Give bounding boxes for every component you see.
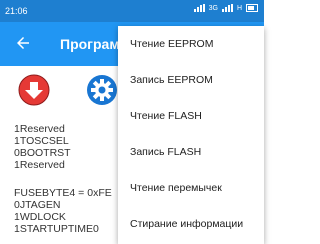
- menu-item-write-flash[interactable]: Запись FLASH: [118, 134, 264, 170]
- settings-gear-icon[interactable]: [86, 74, 118, 106]
- menu-item-write-eeprom[interactable]: Запись EEPROM: [118, 62, 264, 98]
- signal-icon: [193, 4, 205, 12]
- back-arrow-icon[interactable]: [14, 34, 32, 52]
- fuse-line: 1Reserved: [14, 159, 65, 171]
- status-icons: 3G H: [193, 4, 258, 12]
- status-bar: 21:06 3G H: [0, 0, 264, 22]
- fuse-line: 1Reserved: [14, 123, 65, 135]
- network-type-label: 3G: [208, 4, 218, 12]
- secondary-network-label: H: [236, 4, 242, 12]
- menu-item-read-fuses[interactable]: Чтение перемычек: [118, 170, 264, 206]
- signal-icon-secondary: [221, 4, 233, 12]
- status-time: 21:06: [5, 6, 28, 16]
- overflow-menu: Чтение EEPROM Запись EEPROM Чтение FLASH…: [118, 26, 264, 244]
- fuse-line: 1TOSCSEL: [14, 135, 69, 147]
- download-icon[interactable]: [18, 74, 50, 106]
- page-title: Програм: [60, 36, 120, 52]
- battery-icon: [246, 4, 258, 12]
- menu-item-read-eeprom[interactable]: Чтение EEPROM: [118, 26, 264, 62]
- fuse-line: 1WDLOCK: [14, 211, 66, 223]
- menu-item-read-flash[interactable]: Чтение FLASH: [118, 98, 264, 134]
- menu-item-erase[interactable]: Стирание информации: [118, 206, 264, 242]
- fuse-byte-header: FUSEBYTE4 = 0xFE: [14, 187, 112, 199]
- fuse-line: 0BOOTRST: [14, 147, 71, 159]
- fuse-bits-list: 1Reserved 1TOSCSEL 0BOOTRST 1Reserved FU…: [14, 123, 112, 235]
- fuse-line: 1STARTUPTIME0: [14, 223, 99, 235]
- fuse-line: 0JTAGEN: [14, 199, 61, 211]
